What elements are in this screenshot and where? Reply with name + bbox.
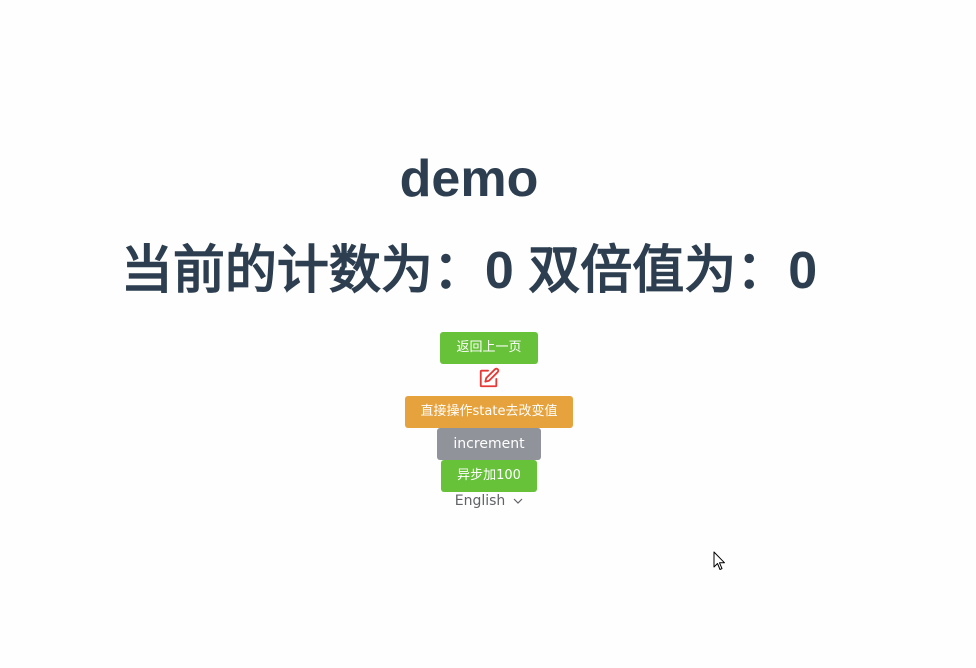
async-add-button[interactable]: 异步加100 (441, 460, 537, 492)
direct-state-button[interactable]: 直接操作state去改变值 (404, 396, 574, 428)
counter-label: 当前的计数为： (120, 242, 485, 300)
language-selected: English (454, 493, 506, 509)
increment-button[interactable]: increment (437, 428, 541, 460)
mouse-pointer-icon (713, 551, 725, 570)
language-dropdown[interactable]: English (455, 492, 524, 510)
counter-display: 当前的计数为：0 双倍值为：0 (0, 238, 938, 304)
counter-value: 0 (484, 242, 514, 300)
chevron-down-icon (513, 498, 523, 504)
page-title: demo (399, 150, 539, 208)
double-value: 0 (788, 242, 818, 300)
double-label: 双倍值为： (513, 242, 789, 300)
controls: 返回上一页 直接操作state去改变值 increment 异步加100 Eng… (0, 332, 976, 510)
edit-icon[interactable] (478, 367, 500, 389)
page: demo 当前的计数为：0 双倍值为：0 返回上一页 直接操作state去改变值… (0, 0, 976, 668)
back-button[interactable]: 返回上一页 (440, 332, 538, 364)
